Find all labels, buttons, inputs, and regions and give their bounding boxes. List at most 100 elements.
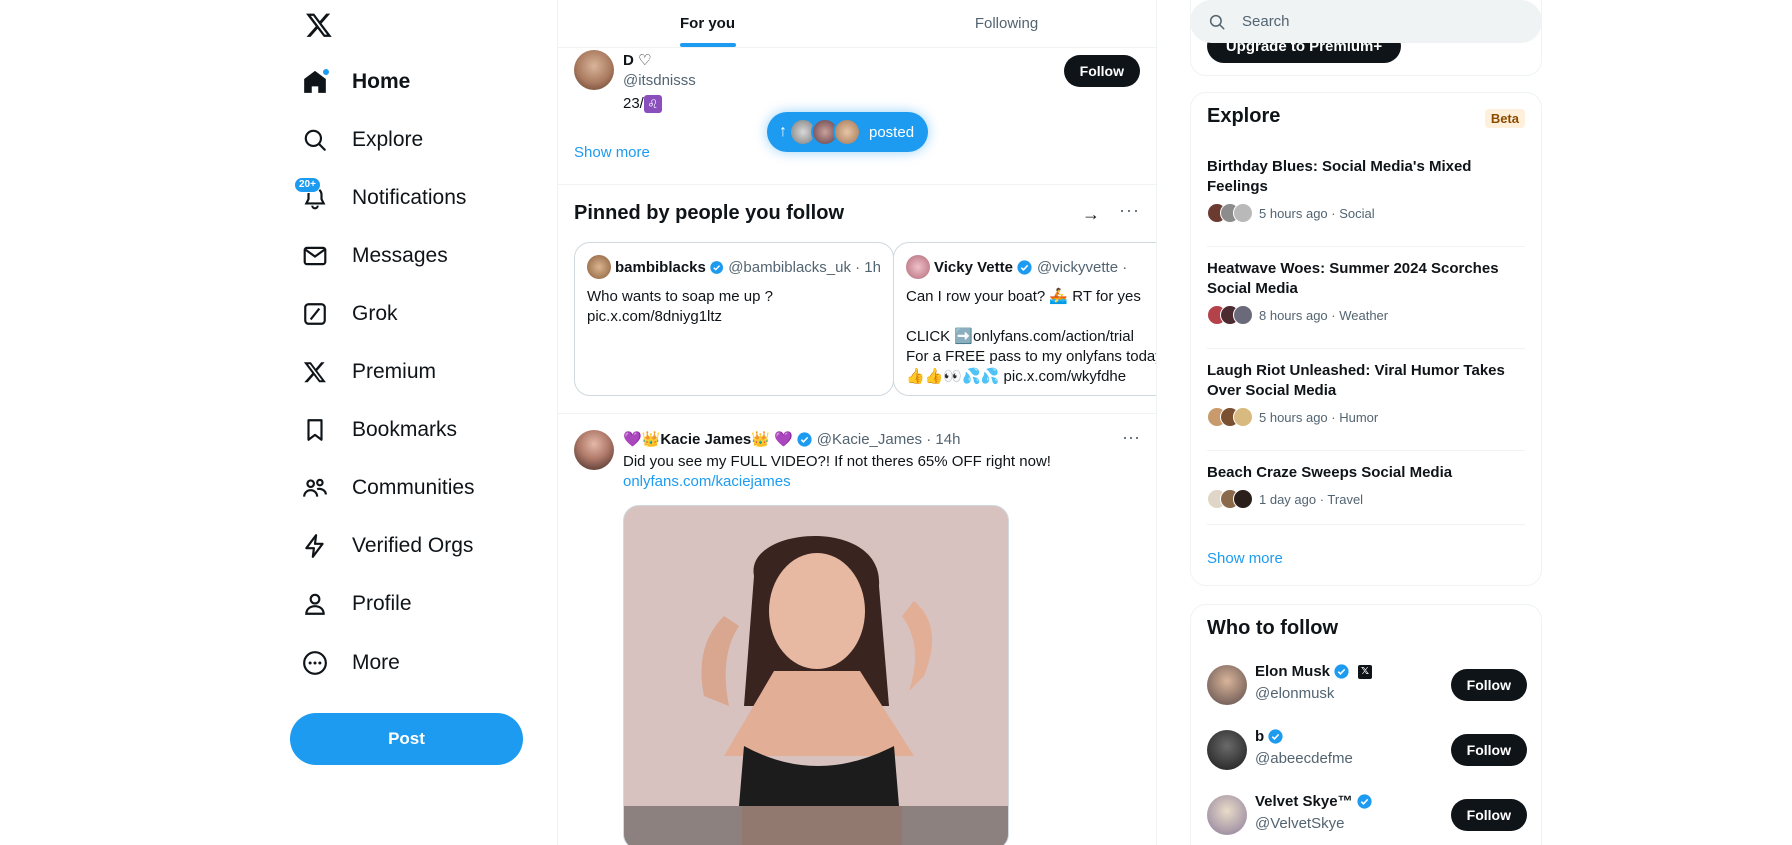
avatar[interactable] (906, 255, 930, 279)
nav-home[interactable]: Home (300, 57, 410, 107)
nav-explore-label: Explore (352, 128, 424, 151)
tweet-link[interactable]: onlyfans.com/kaciejames (623, 472, 1051, 492)
tweet-header: 💜👑Kacie James👑 💜 @Kacie_James · 14h (623, 430, 961, 449)
avatar[interactable] (1207, 795, 1247, 835)
x-icon (300, 357, 330, 387)
tab-for-you[interactable]: For you (558, 0, 857, 47)
trend-item[interactable]: Beach Craze Sweeps Social Media 1 day ag… (1207, 463, 1525, 525)
avatar[interactable] (587, 255, 611, 279)
nav-communities[interactable]: Communities (300, 463, 475, 513)
trend-title: Heatwave Woes: Summer 2024 Scorches Soci… (1207, 260, 1499, 297)
avatar (833, 118, 861, 146)
follow-button[interactable]: Follow (1450, 734, 1527, 766)
follow-suggestion[interactable]: b @abeecdefme Follow (1207, 726, 1527, 776)
suggestion-handle: @abeecdefme (1255, 750, 1353, 767)
left-sidebar: Home Explore 20+ Notifications Messages … (290, 0, 552, 845)
nav-notifications-label: Notifications (352, 186, 467, 209)
trend-item[interactable]: Laugh Riot Unleashed: Viral Humor Takes … (1207, 361, 1525, 451)
main-timeline: For you Following D ♡ @itsdnisss 23/♌ Fo… (557, 0, 1157, 845)
nav-messages[interactable]: Messages (300, 231, 448, 281)
nav-premium-label: Premium (352, 360, 437, 383)
avatar-stack (1207, 407, 1253, 427)
avatar-stack (1207, 305, 1253, 325)
pinned-author-name[interactable]: bambiblacks (615, 259, 706, 276)
trend-item[interactable]: Birthday Blues: Social Media's Mixed Fee… (1207, 157, 1525, 247)
tweet-author-handle[interactable]: @Kacie_James · 14h (817, 431, 961, 448)
verified-badge-icon (1268, 729, 1283, 744)
avatar[interactable] (1207, 665, 1247, 705)
arrow-up-icon: ↑ (779, 123, 787, 140)
bookmark-icon (300, 415, 330, 445)
media-photo (624, 506, 1008, 845)
verified-badge-icon (710, 260, 723, 274)
avatar-stack (1207, 489, 1253, 509)
suggestion-handle: @VelvetSkye (1255, 815, 1345, 832)
new-posts-label: posted (869, 123, 915, 141)
nav-bookmarks[interactable]: Bookmarks (300, 405, 457, 455)
more-options-icon[interactable]: ··· (1119, 200, 1140, 221)
pinned-author-name[interactable]: Vicky Vette (934, 259, 1013, 276)
explore-show-more-link[interactable]: Show more (1207, 550, 1283, 567)
pinned-card[interactable]: bambiblacks @bambiblacks_uk · 1h Who wan… (574, 242, 894, 396)
beta-badge: Beta (1484, 109, 1525, 128)
notifications-badge: 20+ (294, 177, 321, 193)
user-handle[interactable]: @itsdnisss (623, 72, 696, 89)
trend-meta: 5 hours ago · Humor (1259, 409, 1379, 425)
pinned-author-handle: @bambiblacks_uk · 1h (728, 258, 881, 276)
avatar[interactable] (1207, 730, 1247, 770)
tweet-body: Did you see my FULL VIDEO?! If not there… (623, 453, 1051, 470)
tweet-author-name[interactable]: 💜👑Kacie James👑 💜 (623, 430, 793, 448)
suggestion-name[interactable]: Elon Musk (1255, 663, 1330, 680)
pinned-card[interactable]: Vicky Vette @vickyvette · Can I row your… (893, 242, 1156, 396)
show-more-link[interactable]: Show more (574, 144, 650, 161)
arrow-right-icon[interactable]: → (1082, 204, 1100, 225)
suggestion-name[interactable]: b (1255, 728, 1264, 745)
nav-profile[interactable]: Profile (300, 579, 412, 629)
pinned-text: Who wants to soap me up ? pic.x.com/8dni… (587, 288, 773, 325)
follow-button[interactable]: Follow (1450, 799, 1527, 831)
trend-meta: 5 hours ago · Social (1259, 205, 1375, 221)
trend-item[interactable]: Heatwave Woes: Summer 2024 Scorches Soci… (1207, 259, 1525, 349)
nav-explore[interactable]: Explore (300, 115, 423, 165)
search-icon (300, 125, 330, 155)
nav-premium[interactable]: Premium (300, 347, 436, 397)
trend-title: Laugh Riot Unleashed: Viral Humor Takes … (1207, 362, 1505, 399)
suggestion-name[interactable]: Velvet Skye™ (1255, 793, 1353, 810)
more-circle-icon (300, 648, 330, 678)
verified-badge-icon (1334, 664, 1349, 679)
nav-messages-label: Messages (352, 244, 448, 267)
nav-grok-label: Grok (352, 302, 398, 325)
tweet-media[interactable] (623, 505, 1009, 845)
x-logo-icon[interactable] (302, 8, 336, 42)
search-bar[interactable] (1190, 0, 1542, 43)
nav-grok[interactable]: Grok (300, 289, 398, 339)
nav-verified-orgs-label: Verified Orgs (352, 534, 474, 557)
follow-suggestion[interactable]: Velvet Skye™ @VelvetSkye Follow (1207, 791, 1527, 841)
who-to-follow-card: Who to follow Elon Musk 𝕏 @elonmusk Foll… (1190, 604, 1542, 845)
user-card[interactable]: D ♡ @itsdnisss 23/♌ Follow Show more ↑ p… (558, 48, 1156, 185)
nav-verified-orgs[interactable]: Verified Orgs (300, 521, 473, 571)
nav-profile-label: Profile (352, 592, 412, 615)
user-name[interactable]: D ♡ (623, 51, 651, 69)
post-button[interactable]: Post (290, 713, 523, 765)
nav-home-label: Home (352, 70, 411, 93)
nav-more[interactable]: More (300, 638, 400, 688)
follow-suggestion[interactable]: Elon Musk 𝕏 @elonmusk Follow (1207, 661, 1527, 711)
avatar[interactable] (574, 430, 614, 470)
tab-active-indicator (679, 43, 736, 47)
more-options-icon[interactable]: ··· (1122, 427, 1140, 448)
grok-icon (300, 299, 330, 329)
nav-notifications[interactable]: 20+ Notifications (294, 173, 467, 223)
follow-button[interactable]: Follow (1063, 55, 1140, 87)
avatar-stack (1207, 203, 1253, 223)
search-input[interactable] (1242, 13, 1502, 30)
new-posts-pill[interactable]: ↑ posted (767, 112, 929, 152)
follow-button[interactable]: Follow (1450, 669, 1527, 701)
timeline-tabs: For you Following (558, 0, 1156, 48)
x-affiliate-icon: 𝕏 (1358, 664, 1373, 679)
tab-following[interactable]: Following (857, 0, 1156, 47)
user-bio: 23/♌ (623, 95, 662, 114)
trend-title: Beach Craze Sweeps Social Media (1207, 464, 1453, 481)
tweet[interactable]: 💜👑Kacie James👑 💜 @Kacie_James · 14h ··· … (558, 415, 1156, 845)
avatar[interactable] (574, 50, 614, 90)
